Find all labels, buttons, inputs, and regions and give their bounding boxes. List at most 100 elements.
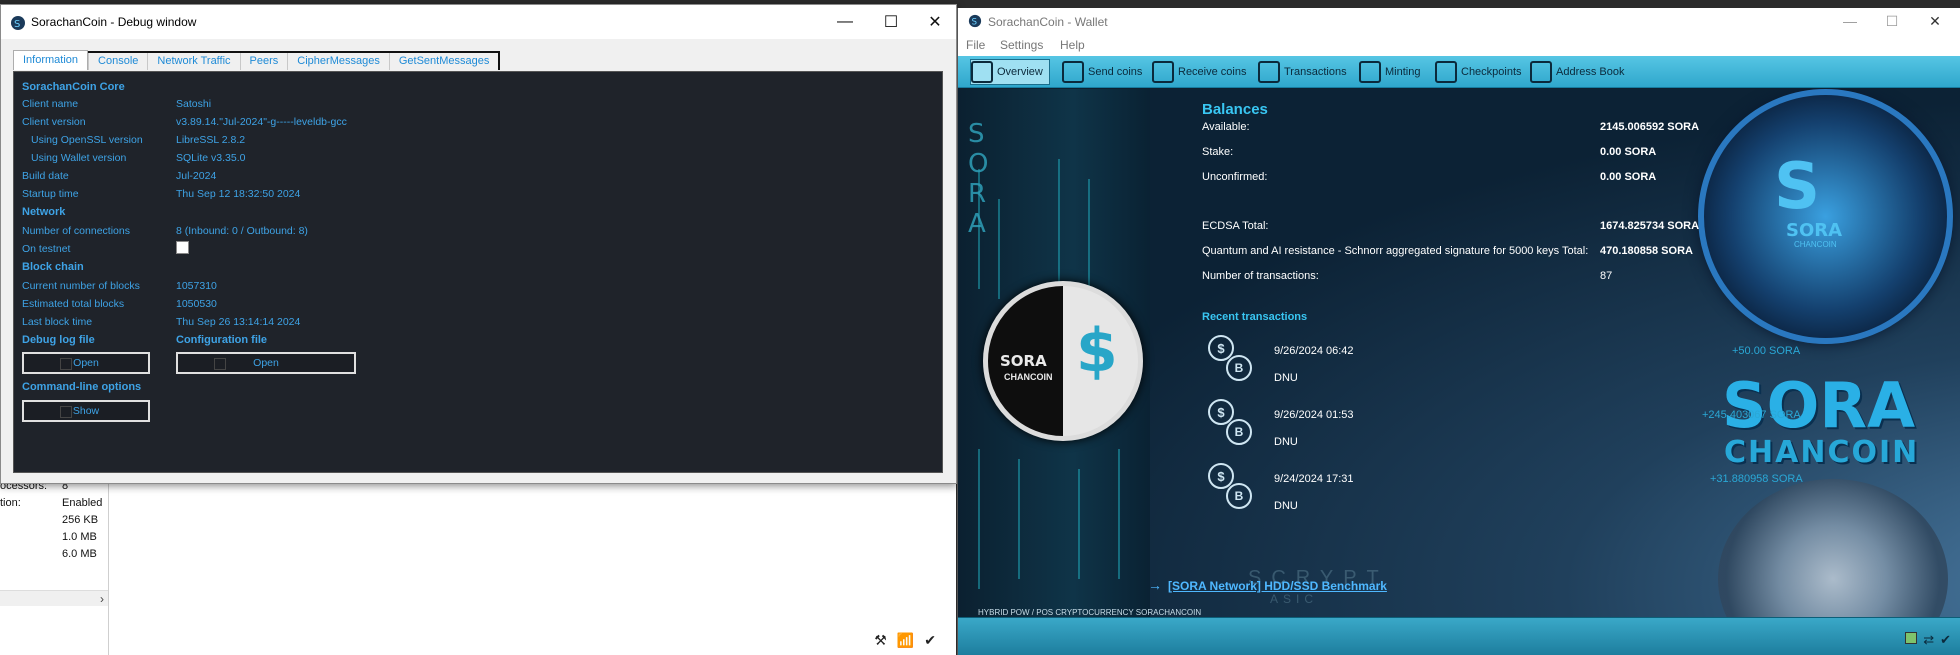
receive-coins-button[interactable]: Receive coins bbox=[1152, 59, 1246, 85]
receive-coins-label: Receive coins bbox=[1178, 66, 1247, 78]
overview-label: Overview bbox=[997, 66, 1043, 78]
synced-check-icon[interactable]: ✔ bbox=[1940, 632, 1951, 648]
transaction-type-icon: $ B bbox=[1208, 463, 1252, 509]
maximize-button[interactable]: ☐ bbox=[1870, 8, 1914, 34]
quantum-total-label: Quantum and AI resistance - Schnorr aggr… bbox=[1202, 245, 1589, 257]
check-icon[interactable]: ✔ bbox=[924, 632, 936, 649]
minting-icon bbox=[1359, 61, 1381, 83]
recent-transactions-title: Recent transactions bbox=[1202, 311, 1308, 323]
benchmark-link[interactable]: [SORA Network] HDD/SSD Benchmark bbox=[1168, 579, 1387, 593]
wallet-encryption-icon[interactable] bbox=[1905, 632, 1918, 644]
bg-row-value: 1.0 MB bbox=[62, 531, 97, 543]
client-version-value: v3.89.14."Jul-2024"-g-----leveldb-gcc bbox=[176, 116, 347, 128]
checkpoints-button[interactable]: Checkpoints bbox=[1435, 59, 1522, 85]
address-book-button[interactable]: Address Book bbox=[1530, 59, 1624, 85]
signal-icon[interactable]: 📶 bbox=[897, 632, 914, 649]
hybrid-caption: HYBRID POW / POS CRYPTOCURRENCY SORACHAN… bbox=[978, 608, 1202, 617]
build-date-value: Jul-2024 bbox=[176, 170, 217, 182]
minimize-button[interactable]: — bbox=[822, 5, 868, 39]
send-coins-button[interactable]: Send coins bbox=[1062, 59, 1142, 85]
connections-label: Number of connections bbox=[22, 225, 130, 237]
send-icon bbox=[1062, 61, 1084, 83]
bg-row-value: Enabled bbox=[62, 497, 103, 509]
window-title: SorachanCoin - Debug window bbox=[31, 15, 197, 29]
network-sync-icon[interactable]: ⇄ bbox=[1923, 632, 1934, 648]
stake-label: Stake: bbox=[1202, 146, 1234, 158]
open-debug-log-button[interactable]: Open bbox=[22, 352, 150, 374]
close-button[interactable]: ✕ bbox=[1913, 8, 1957, 34]
transaction-date[interactable]: 9/26/2024 01:53 bbox=[1274, 409, 1354, 421]
address-book-label: Address Book bbox=[1556, 66, 1625, 78]
transactions-button[interactable]: Transactions bbox=[1258, 59, 1347, 85]
transaction-amount[interactable]: +31.880958 SORA bbox=[1710, 473, 1803, 485]
section-config-file: Configuration file bbox=[176, 334, 268, 346]
tools-icon[interactable]: ⚒ bbox=[874, 632, 887, 649]
info-icon bbox=[60, 406, 72, 418]
transaction-type-icon: $ B bbox=[1208, 335, 1252, 381]
num-transactions-value: 87 bbox=[1600, 270, 1613, 282]
wallet-titlebar[interactable]: S SorachanCoin - Wallet — ☐ ✕ bbox=[958, 8, 1960, 34]
overview-button[interactable]: Overview bbox=[970, 59, 1050, 85]
transaction-label[interactable]: DNU bbox=[1274, 500, 1298, 512]
show-command-line-label: Show bbox=[72, 405, 100, 417]
coin-sora-text: SORA bbox=[1000, 352, 1047, 370]
big-coin-sora: SORA bbox=[1786, 220, 1843, 241]
tab-peers[interactable]: Peers bbox=[239, 53, 288, 70]
menu-bar: File Settings Help bbox=[958, 34, 1960, 56]
address-book-icon bbox=[1530, 61, 1552, 83]
startup-time-label: Startup time bbox=[22, 188, 79, 200]
sorachancoin-app-icon: S bbox=[11, 16, 25, 30]
sora-large-coin-logo: S SORA CHANCOIN bbox=[1698, 89, 1953, 344]
tab-cipher-messages[interactable]: CipherMessages bbox=[287, 53, 389, 70]
current-blocks-label: Current number of blocks bbox=[22, 280, 140, 292]
num-transactions-label: Number of transactions: bbox=[1202, 270, 1319, 282]
unconfirmed-label: Unconfirmed: bbox=[1202, 171, 1268, 183]
client-name-label: Client name bbox=[22, 98, 79, 110]
transaction-amount[interactable]: +50.00 SORA bbox=[1732, 345, 1800, 357]
big-coin-symbol: S bbox=[1774, 150, 1821, 224]
transaction-date[interactable]: 9/24/2024 17:31 bbox=[1274, 473, 1354, 485]
menu-settings[interactable]: Settings bbox=[1000, 38, 1043, 52]
menu-file[interactable]: File bbox=[966, 38, 985, 52]
svg-text:S: S bbox=[972, 18, 978, 28]
transaction-amount[interactable]: +245.403067 SORA bbox=[1702, 409, 1801, 421]
status-icons: ⇄ ✔ bbox=[1905, 632, 1951, 648]
transaction-label[interactable]: DNU bbox=[1274, 436, 1298, 448]
show-command-line-button[interactable]: Show bbox=[22, 400, 150, 422]
sorachancoin-coin-logo: SORA CHANCOIN $ bbox=[983, 281, 1143, 441]
background-status-icons: ⚒ 📶 ✔ bbox=[874, 632, 936, 649]
wallet-window: S SorachanCoin - Wallet — ☐ ✕ File Setti… bbox=[957, 8, 1960, 655]
debug-titlebar[interactable]: S SorachanCoin - Debug window — ☐ ✕ bbox=[1, 5, 956, 39]
transactions-icon bbox=[1258, 61, 1280, 83]
close-button[interactable]: ✕ bbox=[912, 5, 958, 39]
available-label: Available: bbox=[1202, 121, 1250, 133]
maximize-button[interactable]: ☐ bbox=[868, 5, 914, 39]
background-panel: ⚒ 📶 ✔ bbox=[108, 480, 956, 655]
open-config-file-button[interactable]: Open bbox=[176, 352, 356, 374]
status-bar: ⇄ ✔ bbox=[958, 617, 1960, 655]
menu-help[interactable]: Help bbox=[1060, 38, 1085, 52]
transaction-label[interactable]: DNU bbox=[1274, 372, 1298, 384]
wallet-version-label: Using Wallet version bbox=[31, 152, 127, 164]
sorachancoin-app-icon: S bbox=[968, 14, 982, 28]
minting-label: Minting bbox=[1385, 66, 1421, 78]
transaction-date[interactable]: 9/26/2024 06:42 bbox=[1274, 345, 1354, 357]
section-debug-log: Debug log file bbox=[22, 334, 95, 346]
last-block-time-label: Last block time bbox=[22, 316, 93, 328]
tab-network-traffic[interactable]: Network Traffic bbox=[147, 53, 240, 70]
tab-get-sent-messages[interactable]: GetSentMessages bbox=[388, 53, 499, 70]
ecdsa-total-value: 1674.825734 SORA bbox=[1600, 220, 1700, 232]
section-network: Network bbox=[22, 206, 66, 218]
chevron-right-icon[interactable]: › bbox=[100, 592, 104, 606]
arrow-right-icon: → bbox=[1148, 577, 1162, 593]
tab-console[interactable]: Console bbox=[88, 53, 148, 70]
circuit-line bbox=[1118, 449, 1120, 579]
transactions-label: Transactions bbox=[1284, 66, 1347, 78]
minimize-button[interactable]: — bbox=[1828, 8, 1872, 34]
horizontal-scrollbar[interactable]: › bbox=[0, 590, 108, 606]
minting-button[interactable]: Minting bbox=[1359, 59, 1420, 85]
sora-logo-text: SORA bbox=[1722, 369, 1916, 442]
debug-tab-bar: Information Console Network Traffic Peer… bbox=[13, 50, 501, 70]
tab-information[interactable]: Information bbox=[13, 50, 89, 70]
folder-icon bbox=[214, 358, 226, 370]
